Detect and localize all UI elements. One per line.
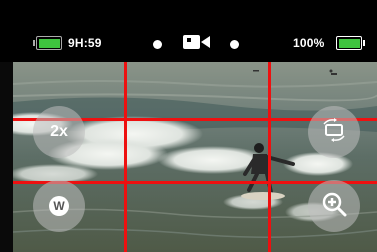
white-balance-label: W (49, 196, 69, 216)
battery-icon (336, 36, 365, 50)
secondary-battery-icon (33, 36, 62, 50)
zoom-in-button[interactable] (308, 180, 360, 232)
status-bar: 9H:59 100% (0, 0, 377, 62)
zoom-level-label: 2x (50, 123, 68, 140)
recording-time-remaining: 9H:59 (68, 36, 102, 50)
zoom-in-icon (321, 191, 347, 222)
rotate-screen-button[interactable] (308, 106, 360, 158)
zoom-level-button[interactable]: 2x (33, 106, 85, 158)
grid-line-vertical-right (268, 62, 271, 252)
camera-app: 9H:59 100% 2x W (0, 0, 377, 252)
white-balance-button[interactable]: W (33, 180, 85, 232)
indicator-dot-left (153, 40, 162, 49)
rotate-screen-icon (320, 117, 348, 147)
indicator-dot-right (230, 40, 239, 49)
battery-percent: 100% (293, 36, 325, 50)
grid-line-vertical-left (124, 62, 127, 252)
video-camera-icon[interactable] (183, 34, 211, 50)
